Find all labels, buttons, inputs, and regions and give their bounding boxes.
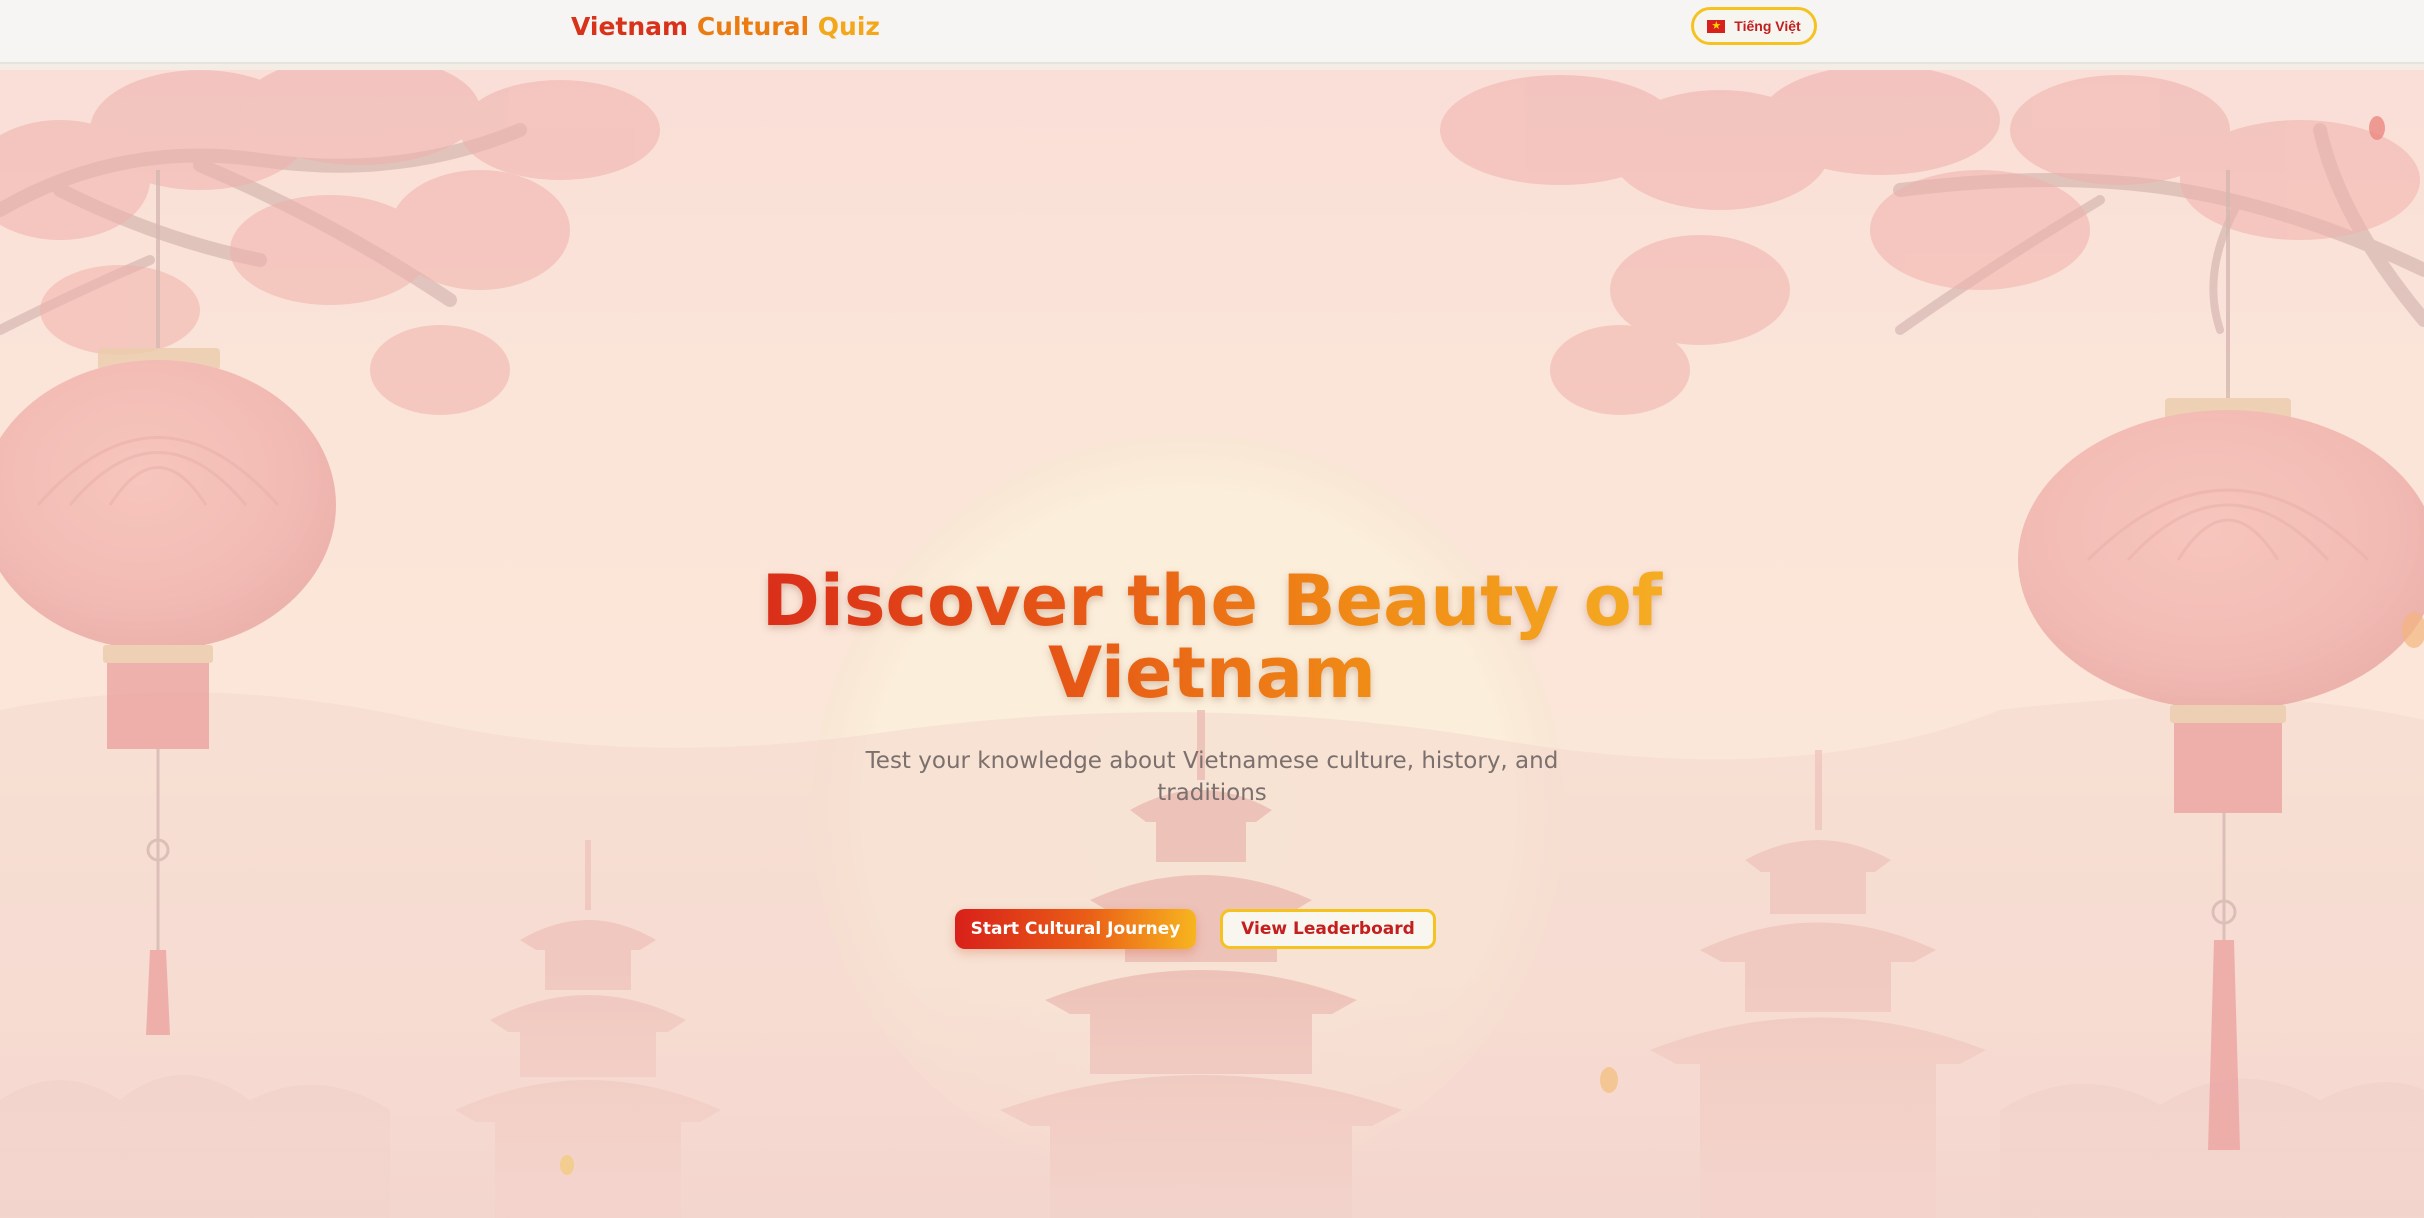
brand-word-quiz: Quiz: [817, 12, 880, 41]
start-cultural-journey-button[interactable]: Start Cultural Journey: [955, 909, 1196, 949]
hero-content: Discover the Beauty of Vietnam Test your…: [0, 70, 2424, 1218]
hero-section: Discover the Beauty of Vietnam Test your…: [0, 70, 2424, 1218]
view-leaderboard-button[interactable]: View Leaderboard: [1220, 909, 1436, 949]
top-navigation-bar: Vietnam Cultural Quiz Tiếng Việt: [0, 0, 2424, 64]
language-label: Tiếng Việt: [1734, 18, 1801, 34]
brand-word-vietnam: Vietnam: [571, 12, 689, 41]
vietnam-flag-icon: [1707, 17, 1726, 36]
language-toggle-button[interactable]: Tiếng Việt: [1691, 7, 1817, 45]
brand-word-cultural: Cultural: [696, 12, 810, 41]
hero-subtitle: Test your knowledge about Vietnamese cul…: [865, 748, 1559, 806]
brand-logo-text[interactable]: Vietnam Cultural Quiz: [571, 12, 880, 42]
hero-title: Discover the Beauty of Vietnam: [712, 565, 1712, 709]
